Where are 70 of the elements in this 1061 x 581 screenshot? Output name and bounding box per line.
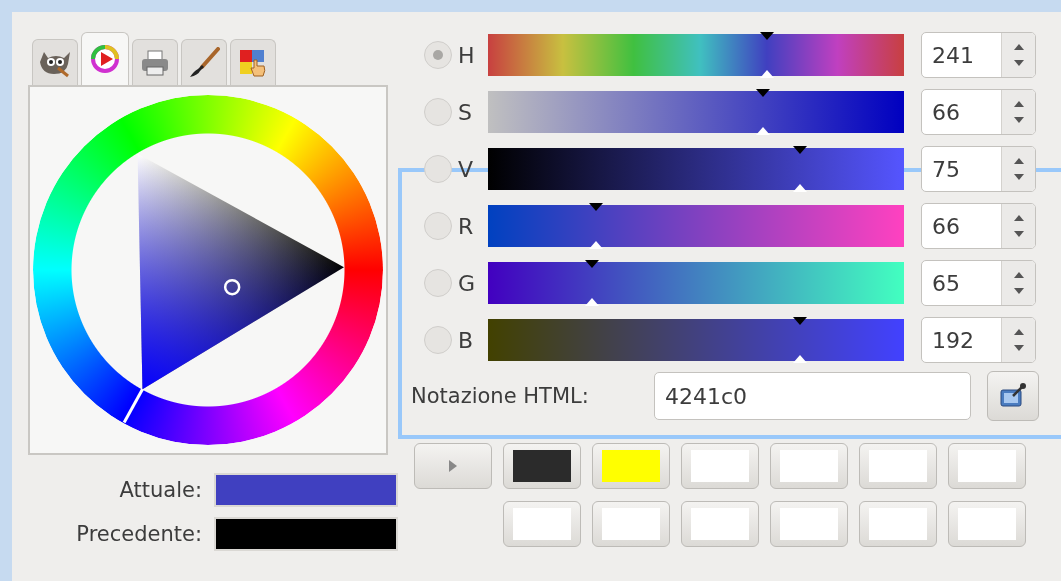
channel-label: B <box>457 327 475 353</box>
color-swatch[interactable] <box>859 501 937 547</box>
down-arrow-icon[interactable] <box>1013 288 1024 295</box>
paintbrush-icon <box>188 46 220 79</box>
spin-field[interactable]: 75 <box>921 146 1036 192</box>
color-slider[interactable] <box>488 205 904 247</box>
down-arrow-icon[interactable] <box>1013 60 1024 67</box>
html-notation-label: Notazione HTML: <box>411 384 590 408</box>
spin-field[interactable]: 192 <box>921 317 1036 363</box>
down-arrow-icon[interactable] <box>1013 117 1024 124</box>
tab[interactable] <box>32 39 78 85</box>
channel-label: G <box>457 270 477 296</box>
down-arrow-icon[interactable] <box>1013 345 1024 352</box>
color-swatch[interactable] <box>681 443 759 489</box>
radio-button[interactable] <box>424 269 452 297</box>
color-swatch[interactable] <box>948 443 1026 489</box>
color-slider[interactable] <box>488 34 904 76</box>
color-swatch[interactable] <box>948 501 1026 547</box>
play-icon <box>449 460 457 472</box>
spin-field[interactable]: 66 <box>921 203 1036 249</box>
down-arrow-icon[interactable] <box>1013 231 1024 238</box>
radio-button[interactable] <box>424 41 452 69</box>
spin-field[interactable]: 241 <box>921 32 1036 78</box>
color-swatch[interactable] <box>770 501 848 547</box>
slider-marker[interactable] <box>759 32 774 78</box>
eyedropper-icon <box>999 382 1027 410</box>
slider-marker[interactable] <box>589 203 604 249</box>
channel-label: V <box>457 156 475 182</box>
up-arrow-icon[interactable] <box>1013 100 1024 107</box>
color-swatch[interactable] <box>592 501 670 547</box>
up-arrow-icon[interactable] <box>1013 271 1024 278</box>
color-wheel-icon <box>90 44 120 74</box>
color-swatch[interactable] <box>503 501 581 547</box>
up-arrow-icon[interactable] <box>1013 328 1024 335</box>
radio-button[interactable] <box>424 326 452 354</box>
tab[interactable] <box>181 39 227 85</box>
up-arrow-icon[interactable] <box>1013 43 1024 50</box>
channel-label: R <box>457 213 475 239</box>
slider-marker[interactable] <box>755 89 770 135</box>
color-slider[interactable] <box>488 319 904 361</box>
slider-marker[interactable] <box>585 260 599 306</box>
color-swatch[interactable] <box>770 443 848 489</box>
color-swatch[interactable] <box>859 443 937 489</box>
previous-label: Precedente: <box>75 522 202 546</box>
tab[interactable] <box>132 39 178 85</box>
html-notation-field[interactable]: 4241c0 <box>654 372 971 420</box>
slider-marker[interactable] <box>793 146 807 192</box>
radio-button[interactable] <box>424 155 452 183</box>
tab[interactable] <box>81 32 129 85</box>
up-arrow-icon[interactable] <box>1013 157 1024 164</box>
up-arrow-icon[interactable] <box>1013 214 1024 221</box>
tab[interactable] <box>230 39 276 85</box>
color-slider[interactable] <box>488 262 904 304</box>
printer-icon <box>140 48 170 77</box>
spin-field[interactable]: 66 <box>921 89 1036 135</box>
current-label: Attuale: <box>118 478 202 502</box>
swatch-hand-icon <box>238 47 268 78</box>
channel-label: H <box>457 42 476 68</box>
color-swatch[interactable] <box>592 443 670 489</box>
slider-marker[interactable] <box>793 317 807 363</box>
channel-label: S <box>457 99 473 125</box>
down-arrow-icon[interactable] <box>1013 174 1024 181</box>
radio-button[interactable] <box>424 212 452 240</box>
color-picker-button[interactable] <box>987 371 1039 421</box>
radio-button[interactable] <box>424 98 452 126</box>
color-swatch[interactable] <box>503 443 581 489</box>
color-slider[interactable] <box>488 148 904 190</box>
color-slider[interactable] <box>488 91 904 133</box>
color-swatch[interactable] <box>681 501 759 547</box>
spin-field[interactable]: 65 <box>921 260 1036 306</box>
